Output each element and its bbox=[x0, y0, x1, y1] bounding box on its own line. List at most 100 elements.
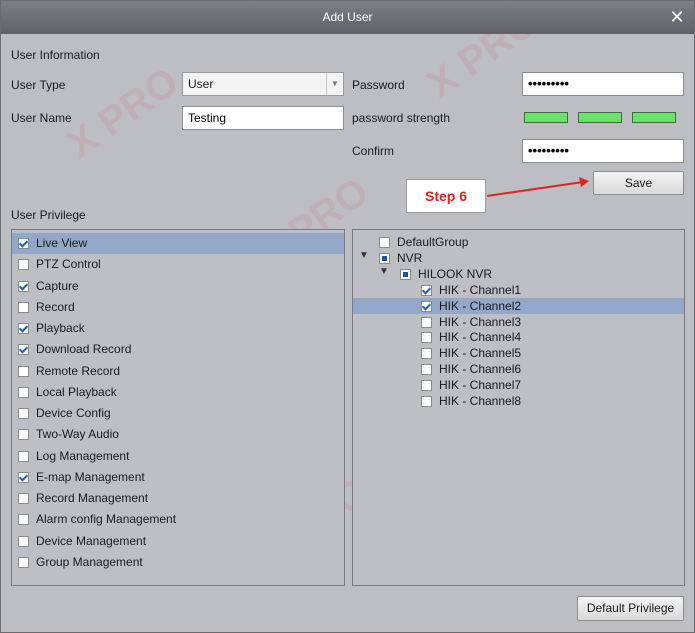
tree-node[interactable]: HIK - Channel2 bbox=[353, 297, 684, 314]
password-strength-label: password strength bbox=[352, 111, 451, 125]
tree-node[interactable]: HILOOK NVR bbox=[353, 266, 684, 282]
tree-node-label: HILOOK NVR bbox=[418, 266, 493, 281]
add-user-dialog: X PRO X PRO X PRO X PRO X PRO X PRO X PR… bbox=[0, 0, 695, 633]
privilege-checkbox[interactable] bbox=[18, 429, 29, 441]
tree-node[interactable]: HIK - Channel6 bbox=[353, 361, 684, 377]
tree-node[interactable]: HIK - Channel3 bbox=[353, 314, 684, 330]
privilege-checkbox[interactable] bbox=[18, 280, 29, 292]
privilege-item[interactable]: Playback bbox=[12, 318, 344, 339]
tree-node-label: NVR bbox=[397, 250, 423, 265]
tree-node-label: HIK - Channel7 bbox=[439, 378, 522, 393]
tree-node-checkbox[interactable] bbox=[421, 380, 432, 392]
privilege-checkbox[interactable] bbox=[18, 323, 29, 334]
tree-node-label: HIK - Channel4 bbox=[439, 330, 522, 345]
tree-node-checkbox[interactable] bbox=[400, 268, 411, 280]
tree-node-label: HIK - Channel3 bbox=[439, 314, 522, 329]
privilege-label: Download Record bbox=[36, 342, 132, 357]
privilege-item[interactable]: E-map Management bbox=[12, 467, 344, 488]
tree-node-checkbox[interactable] bbox=[421, 316, 432, 328]
tree-node-label: HIK - Channel8 bbox=[439, 394, 522, 408]
expand-hilook-nvr-icon[interactable]: ▼ bbox=[379, 266, 389, 277]
privilege-checkbox[interactable] bbox=[18, 259, 29, 271]
privilege-label: Capture bbox=[36, 278, 79, 293]
user-privilege-heading: User Privilege bbox=[11, 208, 86, 222]
strength-bar-3 bbox=[632, 112, 676, 123]
user-type-value: User bbox=[188, 77, 214, 91]
tree-node[interactable]: HIK - Channel5 bbox=[353, 345, 684, 361]
user-type-label: User Type bbox=[11, 78, 66, 92]
tree-node-checkbox[interactable] bbox=[379, 252, 390, 264]
privilege-item[interactable]: Alarm config Management bbox=[12, 509, 344, 530]
privilege-checkbox[interactable] bbox=[18, 514, 29, 526]
confirm-password-field[interactable]: ••••••••• bbox=[522, 139, 684, 163]
privilege-item[interactable]: Device Management bbox=[12, 531, 344, 552]
privilege-checkbox[interactable] bbox=[18, 344, 29, 356]
privilege-item[interactable]: Record bbox=[12, 297, 344, 318]
privilege-item[interactable]: Local Playback bbox=[12, 382, 344, 403]
privilege-item[interactable]: Two-Way Audio bbox=[12, 424, 344, 445]
privilege-label: Playback bbox=[36, 321, 85, 335]
privilege-item[interactable]: Remote Record bbox=[12, 361, 344, 382]
privilege-checkbox[interactable] bbox=[18, 408, 29, 419]
tree-node[interactable]: DefaultGroup bbox=[353, 234, 684, 250]
privilege-label: Device Management bbox=[36, 533, 147, 548]
privilege-checkbox[interactable] bbox=[18, 493, 29, 504]
privilege-label: Remote Record bbox=[36, 363, 121, 378]
privilege-label: Two-Way Audio bbox=[36, 427, 119, 442]
tree-node[interactable]: HIK - Channel1 bbox=[353, 282, 684, 298]
privilege-item[interactable]: PTZ Control bbox=[12, 254, 344, 275]
privilege-checkbox[interactable] bbox=[18, 365, 29, 377]
privilege-checkbox[interactable] bbox=[18, 238, 29, 249]
user-type-select[interactable]: User ▼ bbox=[182, 72, 344, 96]
strength-bar-2 bbox=[578, 112, 622, 123]
tree-node-label: DefaultGroup bbox=[397, 235, 469, 249]
privilege-checkbox[interactable] bbox=[18, 535, 29, 547]
device-tree: HIK - Channel8 HIK - Channel7 HIK - Channe… bbox=[352, 229, 685, 586]
tree-node-label: HIK - Channel2 bbox=[439, 298, 522, 313]
tree-node-checkbox[interactable] bbox=[421, 332, 432, 344]
tree-node-checkbox[interactable] bbox=[379, 237, 390, 248]
password-field[interactable]: ••••••••• bbox=[522, 72, 684, 96]
tree-node-checkbox[interactable] bbox=[421, 284, 432, 296]
privilege-label: Device Config bbox=[36, 406, 111, 420]
privilege-label: Local Playback bbox=[36, 384, 117, 399]
privilege-checkbox[interactable] bbox=[18, 386, 29, 398]
tree-node-label: HIK - Channel1 bbox=[439, 282, 522, 297]
expand-nvr-icon[interactable]: ▼ bbox=[359, 250, 369, 261]
close-icon[interactable]: ✕ bbox=[666, 6, 688, 28]
tree-node-checkbox[interactable] bbox=[421, 396, 432, 407]
tree-node[interactable]: NVR bbox=[353, 250, 684, 266]
privilege-item[interactable]: Group Management bbox=[12, 552, 344, 573]
strength-bar-1 bbox=[524, 112, 568, 123]
privilege-label: PTZ Control bbox=[36, 257, 101, 272]
privilege-checkbox[interactable] bbox=[18, 471, 29, 483]
user-name-label: User Name bbox=[11, 111, 72, 125]
tree-node[interactable]: HIK - Channel4 bbox=[353, 329, 684, 345]
tree-node-checkbox[interactable] bbox=[421, 364, 432, 376]
tree-node[interactable]: HIK - Channel7 bbox=[353, 377, 684, 393]
dialog-title: Add User bbox=[322, 10, 373, 24]
user-information-heading: User Information bbox=[11, 48, 100, 62]
privilege-checkbox[interactable] bbox=[18, 450, 29, 462]
privilege-item[interactable]: Device Config bbox=[12, 403, 344, 424]
privilege-item[interactable]: Log Management bbox=[12, 446, 344, 467]
save-button[interactable]: Save bbox=[593, 171, 684, 195]
tree-node-label: HIK - Channel5 bbox=[439, 346, 522, 361]
privilege-item[interactable]: Download Record bbox=[12, 339, 344, 360]
privilege-item[interactable]: Record Management bbox=[12, 488, 344, 509]
privilege-checkbox[interactable] bbox=[18, 556, 29, 568]
privilege-item[interactable]: Capture bbox=[12, 276, 344, 297]
tree-node-checkbox[interactable] bbox=[421, 348, 432, 360]
privilege-item[interactable]: Live View bbox=[12, 233, 344, 254]
privilege-checkbox[interactable] bbox=[18, 301, 29, 313]
password-label: Password bbox=[352, 78, 405, 92]
user-name-field[interactable]: Testing bbox=[182, 106, 344, 130]
step-callout: Step 6 bbox=[406, 179, 486, 213]
tree-node[interactable]: HIK - Channel8 bbox=[353, 393, 684, 409]
tree-node-checkbox[interactable] bbox=[421, 300, 432, 312]
privilege-label: Group Management bbox=[36, 554, 143, 569]
privilege-list: Live View PTZ Control Capture Record Playbac… bbox=[11, 229, 345, 586]
privilege-label: Alarm config Management bbox=[36, 512, 177, 527]
default-privilege-button[interactable]: Default Privilege bbox=[577, 596, 684, 621]
chevron-down-icon[interactable]: ▼ bbox=[326, 73, 343, 95]
